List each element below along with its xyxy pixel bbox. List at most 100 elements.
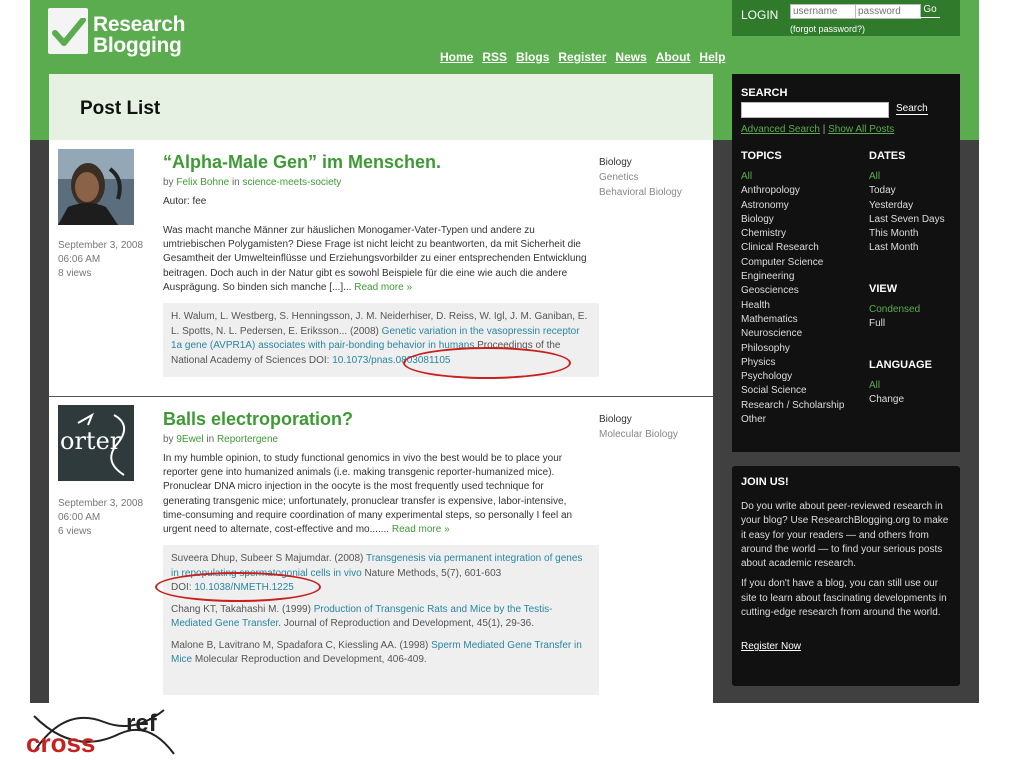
topic-item[interactable]: Clinical Research — [741, 241, 844, 255]
logo-line-2: Blogging — [93, 34, 182, 57]
blog-link[interactable]: Reportergene — [217, 434, 278, 445]
logo-line-1: Research — [93, 13, 186, 36]
read-more-link[interactable]: Read more » — [354, 282, 412, 293]
category-sub[interactable]: Genetics — [599, 170, 682, 185]
password-input[interactable] — [855, 4, 921, 19]
date-item[interactable]: All — [869, 170, 945, 184]
post-autor: Autor: fee — [163, 196, 207, 207]
post-byline: by Felix Bohne in science-meets-society — [163, 177, 341, 188]
crossref-ref-text: ref — [126, 710, 158, 737]
post-thumbnail[interactable]: orter — [58, 405, 134, 481]
topic-item[interactable]: Chemistry — [741, 227, 844, 241]
register-now-link[interactable]: Register Now — [741, 641, 801, 652]
site-logo[interactable]: Research Blogging — [48, 8, 198, 60]
post-byline: by 9Ewel in Reportergene — [163, 434, 278, 445]
main-nav: Home RSS Blogs Register News About Help — [440, 50, 725, 64]
excerpt-text: In my humble opinion, to study functiona… — [163, 453, 573, 536]
search-links: Advanced Search | Show All Posts — [741, 124, 894, 135]
view-heading: VIEW — [869, 283, 898, 295]
topic-item[interactable]: Engineering — [741, 270, 844, 284]
topic-item[interactable]: Geosciences — [741, 284, 844, 298]
citation: Chang KT, Takahashi M. (1999) Production… — [171, 603, 591, 632]
nav-register[interactable]: Register — [558, 50, 606, 64]
nav-rss[interactable]: RSS — [482, 50, 507, 64]
search-input[interactable] — [741, 102, 889, 118]
citation-journal: Journal of Reproduction and Development,… — [283, 618, 535, 629]
post-time: 06:00 AM — [58, 512, 101, 523]
post-item: orter September 3, 2008 06:00 AM 6 views… — [49, 397, 713, 703]
language-heading: LANGUAGE — [869, 359, 932, 371]
post-date: September 3, 2008 — [58, 498, 144, 509]
topic-item[interactable]: Social Science — [741, 384, 844, 398]
topic-item[interactable]: Neuroscience — [741, 327, 844, 341]
category-sub[interactable]: Behavioral Biology — [599, 185, 682, 200]
topics-list: All Anthropology Astronomy Biology Chemi… — [741, 170, 844, 427]
view-item[interactable]: Full — [869, 317, 920, 331]
citation: Malone B, Lavitrano M, Spadafora C, Kies… — [171, 639, 591, 668]
author-link[interactable]: Felix Bohne — [176, 177, 229, 188]
citation-journal: Nature Methods, 5(7), 601-603 — [364, 567, 502, 579]
blog-link[interactable]: science-meets-society — [243, 177, 342, 188]
post-thumbnail[interactable] — [58, 149, 134, 225]
post-time: 06:06 AM — [58, 254, 101, 265]
forgot-password-link[interactable]: (forgot password?) — [790, 24, 865, 34]
topic-item[interactable]: Philosophy — [741, 342, 844, 356]
author-link[interactable]: 9Ewel — [176, 434, 203, 445]
date-item[interactable]: Yesterday — [869, 199, 945, 213]
post-title[interactable]: Balls electroporation? — [163, 409, 353, 430]
topic-item[interactable]: Mathematics — [741, 313, 844, 327]
category-main[interactable]: Biology — [599, 155, 682, 170]
nav-news[interactable]: News — [615, 50, 646, 64]
topic-item[interactable]: Psychology — [741, 370, 844, 384]
nav-blogs[interactable]: Blogs — [516, 50, 549, 64]
view-item[interactable]: Condensed — [869, 303, 920, 317]
topic-item[interactable]: Computer Science — [741, 256, 844, 270]
search-button[interactable]: Search — [896, 103, 928, 115]
join-paragraph: If you don't have a blog, you can still … — [741, 578, 947, 619]
topic-item[interactable]: Health — [741, 299, 844, 313]
login-go-button[interactable]: Go — [920, 4, 940, 18]
dates-heading: DATES — [869, 150, 906, 162]
post-date: September 3, 2008 — [58, 240, 144, 251]
post-views: 6 views — [58, 526, 92, 537]
username-input[interactable] — [790, 4, 856, 19]
page-frame: Research Blogging Home RSS Blogs Registe… — [30, 0, 979, 703]
date-item[interactable]: Last Seven Days — [869, 213, 945, 227]
language-item[interactable]: All — [869, 379, 904, 393]
advanced-search-link[interactable]: Advanced Search — [741, 124, 820, 135]
topic-item[interactable]: Anthropology — [741, 184, 844, 198]
in-text: in — [206, 434, 215, 445]
date-item[interactable]: This Month — [869, 227, 945, 241]
link-separator: | — [822, 124, 826, 135]
date-item[interactable]: Today — [869, 184, 945, 198]
search-heading: SEARCH — [741, 87, 788, 99]
category-main[interactable]: Biology — [599, 412, 678, 427]
topic-item[interactable]: Physics — [741, 356, 844, 370]
post-list-header: Post List — [49, 74, 713, 140]
show-all-posts-link[interactable]: Show All Posts — [828, 124, 894, 135]
topic-item[interactable]: Other — [741, 413, 844, 427]
topic-item[interactable]: Research / Scholarship — [741, 399, 844, 413]
crossref-logo: cross ref — [24, 704, 184, 764]
login-label: LOGIN — [741, 8, 779, 22]
sidebar-search: SEARCH Search Advanced Search | Show All… — [732, 74, 960, 140]
category-sub[interactable]: Molecular Biology — [599, 427, 678, 442]
post-title[interactable]: “Alpha-Male Gen” im Menschen. — [163, 152, 441, 173]
topic-item[interactable]: All — [741, 170, 844, 184]
doi-highlight-circle — [155, 572, 321, 602]
nav-home[interactable]: Home — [440, 50, 473, 64]
checkmark-icon — [48, 8, 88, 54]
dates-list: All Today Yesterday Last Seven Days This… — [869, 170, 945, 256]
nav-help[interactable]: Help — [699, 50, 725, 64]
post-excerpt: In my humble opinion, to study functiona… — [163, 452, 589, 537]
join-paragraph: Do you write about peer-reviewed researc… — [741, 501, 949, 570]
view-list: Condensed Full — [869, 303, 920, 332]
read-more-link[interactable]: Read more » — [392, 524, 450, 535]
topic-item[interactable]: Astronomy — [741, 199, 844, 213]
doi-label: DOI: — [308, 354, 330, 366]
date-item[interactable]: Last Month — [869, 241, 945, 255]
nav-about[interactable]: About — [656, 50, 691, 64]
topic-item[interactable]: Biology — [741, 213, 844, 227]
citation-sep: . — [278, 618, 282, 629]
language-item[interactable]: Change — [869, 393, 904, 407]
